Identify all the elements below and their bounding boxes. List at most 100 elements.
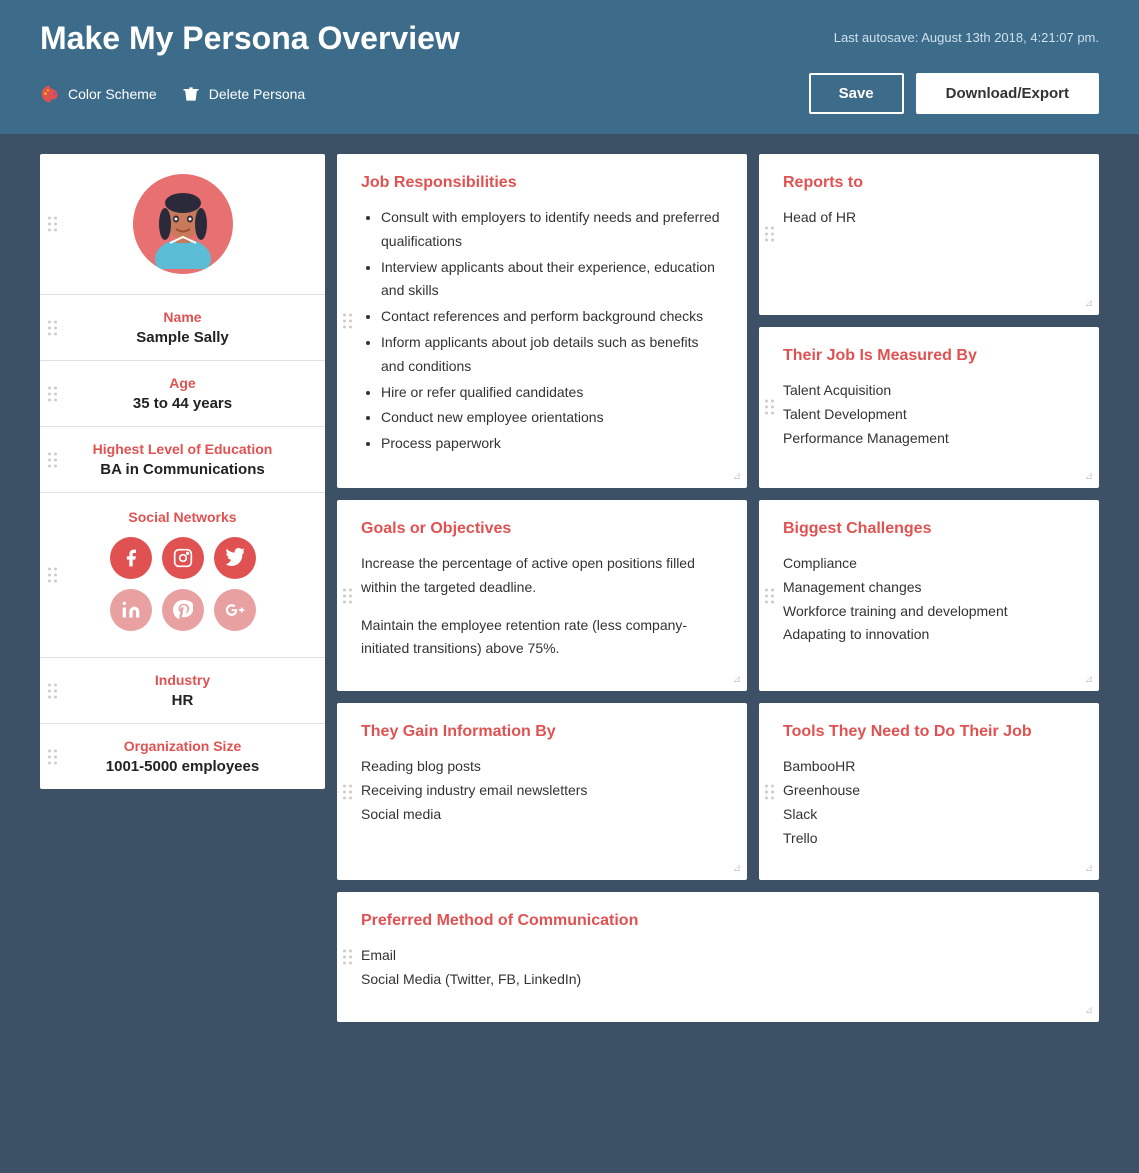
list-item: Social media xyxy=(361,803,723,827)
age-drag-handle xyxy=(48,386,57,401)
tools-drag xyxy=(765,784,774,799)
google-plus-icon[interactable] xyxy=(214,589,256,631)
list-item: Hire or refer qualified candidates xyxy=(381,381,723,405)
social-icons-top xyxy=(60,537,305,579)
toolbar-right: Save Download/Export xyxy=(809,73,1099,114)
list-item: Workforce training and development xyxy=(783,600,1075,624)
list-item: BambooHR xyxy=(783,755,1075,779)
age-block: Age 35 to 44 years xyxy=(40,361,325,427)
list-item: Talent Acquisition xyxy=(783,379,1075,403)
avatar-section xyxy=(40,154,325,295)
challenges-drag xyxy=(765,588,774,603)
right-content: Job Responsibilities Consult with employ… xyxy=(337,154,1099,1022)
avatar xyxy=(133,174,233,274)
color-scheme-button[interactable]: Color Scheme xyxy=(40,84,157,104)
communication-resize-handle[interactable]: ⊿ xyxy=(1085,1005,1093,1016)
pinterest-icon[interactable] xyxy=(162,589,204,631)
reports-to-title: Reports to xyxy=(783,174,1075,192)
goals-content: Increase the percentage of active open p… xyxy=(361,552,723,661)
list-item: Performance Management xyxy=(783,427,1075,451)
goals-card: Goals or Objectives Increase the percent… xyxy=(337,500,747,691)
download-button[interactable]: Download/Export xyxy=(916,73,1099,114)
industry-value: HR xyxy=(60,692,305,709)
delete-persona-label: Delete Persona xyxy=(209,86,306,102)
tools-resize-handle[interactable]: ⊿ xyxy=(1085,863,1093,874)
list-item: Slack xyxy=(783,803,1075,827)
cards-row-3: They Gain Information By Reading blog po… xyxy=(337,703,1099,880)
facebook-icon[interactable] xyxy=(110,537,152,579)
measured-by-content: Talent AcquisitionTalent DevelopmentPerf… xyxy=(783,379,1075,450)
social-drag-handle xyxy=(48,568,57,583)
education-value: BA in Communications xyxy=(60,461,305,478)
list-item: Talent Development xyxy=(783,403,1075,427)
communication-card: Preferred Method of Communication EmailS… xyxy=(337,892,1099,1022)
education-block: Highest Level of Education BA in Communi… xyxy=(40,427,325,493)
industry-label: Industry xyxy=(60,672,305,688)
job-responsibilities-resize-handle[interactable]: ⊿ xyxy=(733,471,741,482)
social-icons-bottom xyxy=(60,589,305,631)
challenges-resize-handle[interactable]: ⊿ xyxy=(1085,674,1093,685)
communication-content: EmailSocial Media (Twitter, FB, LinkedIn… xyxy=(361,944,1075,992)
measured-by-card: Their Job Is Measured By Talent Acquisit… xyxy=(759,327,1099,488)
list-item: Compliance xyxy=(783,552,1075,576)
left-sidebar: Name Sample Sally Age 35 to 44 years Hig… xyxy=(40,154,325,789)
education-label: Highest Level of Education xyxy=(60,441,305,457)
tools-content: BambooHRGreenhouseSlackTrello xyxy=(783,755,1075,850)
goals-text1: Increase the percentage of active open p… xyxy=(361,552,723,600)
measured-by-title: Their Job Is Measured By xyxy=(783,347,1075,365)
list-item: Contact references and perform backgroun… xyxy=(381,305,723,329)
name-block: Name Sample Sally xyxy=(40,295,325,361)
tools-title: Tools They Need to Do Their Job xyxy=(783,723,1075,741)
avatar-image xyxy=(138,179,228,269)
social-label: Social Networks xyxy=(60,509,305,525)
tools-card: Tools They Need to Do Their Job BambooHR… xyxy=(759,703,1099,880)
reports-to-content: Head of HR xyxy=(783,206,1075,230)
industry-drag-handle xyxy=(48,683,57,698)
measured-by-drag xyxy=(765,400,774,415)
list-item: Management changes xyxy=(783,576,1075,600)
list-item: Email xyxy=(361,944,1075,968)
trash-icon xyxy=(181,84,201,104)
delete-persona-button[interactable]: Delete Persona xyxy=(181,84,306,104)
job-responsibilities-title: Job Responsibilities xyxy=(361,174,723,192)
reports-to-card: Reports to Head of HR ⊿ xyxy=(759,154,1099,315)
reports-to-resize-handle[interactable]: ⊿ xyxy=(1085,298,1093,309)
org-size-drag-handle xyxy=(48,749,57,764)
save-button[interactable]: Save xyxy=(809,73,904,114)
main-content: Name Sample Sally Age 35 to 44 years Hig… xyxy=(0,134,1139,1062)
measured-by-resize-handle[interactable]: ⊿ xyxy=(1085,471,1093,482)
org-size-label: Organization Size xyxy=(60,738,305,754)
gain-info-resize-handle[interactable]: ⊿ xyxy=(733,863,741,874)
gain-info-drag xyxy=(343,784,352,799)
goals-resize-handle[interactable]: ⊿ xyxy=(733,674,741,685)
cards-row-1: Job Responsibilities Consult with employ… xyxy=(337,154,1099,488)
instagram-icon[interactable] xyxy=(162,537,204,579)
toolbar-left: Color Scheme Delete Persona xyxy=(40,84,305,104)
list-item: Reading blog posts xyxy=(361,755,723,779)
name-value: Sample Sally xyxy=(60,329,305,346)
header-top: Make My Persona Overview Last autosave: … xyxy=(40,20,1099,73)
color-scheme-icon xyxy=(40,84,60,104)
communication-drag xyxy=(343,950,352,965)
right-cards-col: Reports to Head of HR ⊿ Their Job Is Mea… xyxy=(759,154,1099,488)
name-label: Name xyxy=(60,309,305,325)
reports-to-drag xyxy=(765,227,774,242)
page-title: Make My Persona Overview xyxy=(40,20,460,57)
challenges-content: ComplianceManagement changesWorkforce tr… xyxy=(783,552,1075,647)
age-value: 35 to 44 years xyxy=(60,395,305,412)
goals-title: Goals or Objectives xyxy=(361,520,723,538)
communication-title: Preferred Method of Communication xyxy=(361,912,1075,930)
gain-info-title: They Gain Information By xyxy=(361,723,723,741)
goals-text2: Maintain the employee retention rate (le… xyxy=(361,614,723,662)
linkedin-icon[interactable] xyxy=(110,589,152,631)
autosave-text: Last autosave: August 13th 2018, 4:21:07… xyxy=(834,30,1099,45)
social-section: Social Networks xyxy=(40,493,325,658)
industry-block: Industry HR xyxy=(40,658,325,724)
job-responsibilities-card: Job Responsibilities Consult with employ… xyxy=(337,154,747,488)
org-size-value: 1001-5000 employees xyxy=(60,758,305,775)
list-item: Trello xyxy=(783,827,1075,851)
cards-row-2: Goals or Objectives Increase the percent… xyxy=(337,500,1099,691)
twitter-icon[interactable] xyxy=(214,537,256,579)
list-item: Social Media (Twitter, FB, LinkedIn) xyxy=(361,968,1075,992)
challenges-title: Biggest Challenges xyxy=(783,520,1075,538)
